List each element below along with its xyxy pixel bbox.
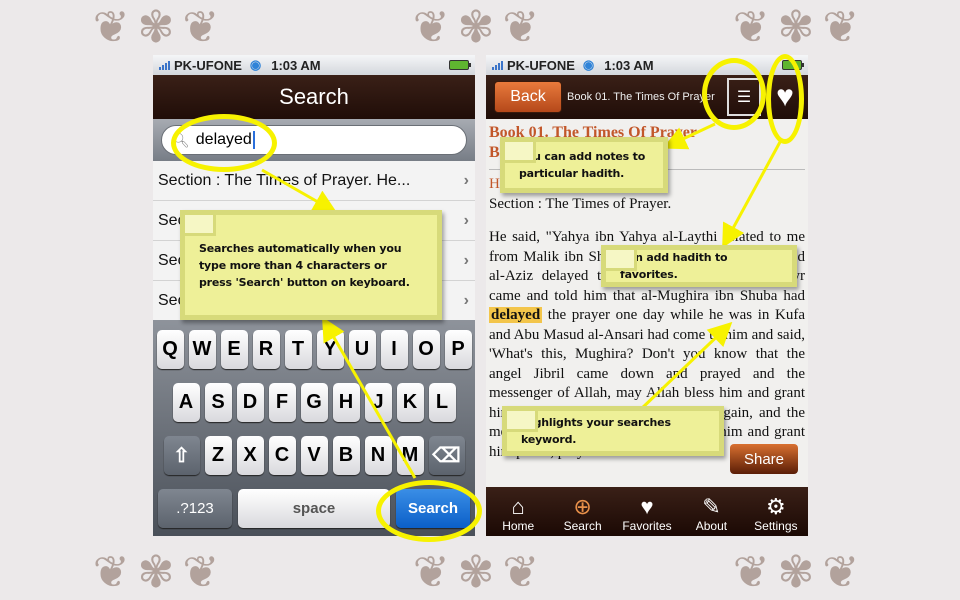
hadith-detail-screen: PK-UFONE ◉ 1:03 AM Back Book 01. The Tim…: [486, 55, 808, 536]
key-j[interactable]: J: [364, 383, 392, 422]
key-n[interactable]: N: [364, 436, 392, 475]
tab-label: Favorites: [622, 519, 672, 533]
search-icon: ⊕: [573, 494, 592, 519]
pencil-icon: ✎: [702, 494, 721, 519]
annotation-favorites-note: Can add hadith to favorites.: [601, 245, 797, 287]
key-p[interactable]: P: [444, 330, 472, 369]
key-b[interactable]: B: [332, 436, 360, 475]
annotation-highlight-note: Highlights your searches keyword.: [502, 406, 724, 456]
status-bar: PK-UFONE ◉ 1:03 AM: [153, 55, 475, 75]
signal-icon: [492, 60, 503, 70]
key-d[interactable]: D: [236, 383, 264, 422]
tab-settings[interactable]: ⚙ Settings: [744, 487, 808, 536]
carrier-name: PK-UFONE: [174, 57, 242, 73]
key-e[interactable]: E: [220, 330, 248, 369]
heart-icon: ♥: [640, 494, 654, 519]
key-l[interactable]: L: [428, 383, 456, 422]
home-icon: ⌂: [511, 494, 525, 519]
damask-ornament-icon: ❦✾❦: [412, 547, 548, 598]
key-q[interactable]: Q: [156, 330, 184, 369]
decorative-border-bottom: ❦✾❦ ❦✾❦ ❦✾❦: [0, 545, 960, 600]
share-button[interactable]: Share: [730, 444, 798, 474]
search-highlight: delayed: [489, 307, 543, 323]
signal-icon: [159, 60, 170, 70]
back-button[interactable]: Back: [494, 81, 562, 113]
key-i[interactable]: I: [380, 330, 408, 369]
key-f[interactable]: F: [268, 383, 296, 422]
clock: 1:03 AM: [271, 57, 321, 73]
highlight-circle: [702, 58, 766, 130]
chevron-right-icon: ›: [463, 171, 469, 189]
wifi-icon: ◉: [582, 57, 595, 72]
tab-search[interactable]: ⊕ Search: [550, 487, 614, 536]
key-t[interactable]: T: [284, 330, 312, 369]
key-g[interactable]: G: [300, 383, 328, 422]
decorative-border-top: ❦✾❦ ❦✾❦ ❦✾❦: [0, 0, 960, 55]
gear-icon: ⚙: [765, 494, 786, 519]
clock: 1:03 AM: [604, 57, 654, 73]
tab-label: Settings: [754, 519, 798, 533]
section-heading: Section : The Times of Prayer.: [489, 195, 672, 212]
tab-favorites[interactable]: ♥ Favorites: [615, 487, 679, 536]
space-key[interactable]: space: [238, 489, 390, 528]
key-u[interactable]: U: [348, 330, 376, 369]
annotation-search-note: Searches automatically when you type mor…: [180, 210, 442, 320]
tab-label: Home: [502, 519, 535, 533]
key-x[interactable]: X: [236, 436, 264, 475]
delete-key[interactable]: ⌫: [428, 436, 465, 475]
chevron-right-icon: ›: [463, 291, 469, 309]
tab-label: Search: [563, 519, 602, 533]
annotation-notes-note: You can add notes to particular hadith.: [500, 137, 668, 193]
tab-bar: ⌂ Home ⊕ Search ♥ Favorites ✎ About ⚙ Setting…: [486, 487, 808, 536]
highlight-circle: [766, 54, 804, 144]
key-c[interactable]: C: [268, 436, 296, 475]
key-m[interactable]: M: [396, 436, 424, 475]
damask-ornament-icon: ❦✾❦: [92, 547, 228, 598]
backspace-icon: ⌫: [432, 445, 461, 467]
highlight-circle: [171, 114, 277, 172]
damask-ornament-icon: ❦✾❦: [732, 2, 868, 53]
letter-keys: ZXCVBNM: [204, 436, 424, 475]
battery-icon: [449, 60, 471, 70]
tab-label: About: [695, 519, 728, 533]
chevron-right-icon: ›: [463, 251, 469, 269]
tab-home[interactable]: ⌂ Home: [486, 487, 550, 536]
key-r[interactable]: R: [252, 330, 280, 369]
shift-icon: ⇧: [173, 445, 190, 467]
damask-ornament-icon: ❦✾❦: [732, 547, 868, 598]
key-v[interactable]: V: [300, 436, 328, 475]
key-h[interactable]: H: [332, 383, 360, 422]
result-text: Section : The Times of Prayer. He...: [158, 171, 411, 189]
key-a[interactable]: A: [172, 383, 200, 422]
keyboard-row-2: ASDFGHJKL: [156, 383, 472, 422]
key-o[interactable]: O: [412, 330, 440, 369]
chevron-right-icon: ›: [463, 211, 469, 229]
keyboard-row-3: ⇧ ZXCVBNM ⌫: [156, 436, 472, 475]
tab-about[interactable]: ✎ About: [679, 487, 743, 536]
carrier-name: PK-UFONE: [507, 57, 575, 73]
keyboard-row-1: QWERTYUIOP: [156, 330, 472, 369]
damask-ornament-icon: ❦✾❦: [412, 2, 548, 53]
shift-key[interactable]: ⇧: [163, 436, 200, 475]
highlight-circle: [376, 480, 482, 542]
key-w[interactable]: W: [188, 330, 216, 369]
nav-title: Book 01. The Times Of Prayer: [567, 91, 715, 103]
search-navbar: Search: [153, 75, 475, 119]
page-title: Search: [279, 84, 349, 109]
damask-ornament-icon: ❦✾❦: [92, 2, 228, 53]
key-s[interactable]: S: [204, 383, 232, 422]
numbers-key[interactable]: .?123: [158, 489, 232, 528]
key-y[interactable]: Y: [316, 330, 344, 369]
wifi-icon: ◉: [249, 57, 262, 72]
key-k[interactable]: K: [396, 383, 424, 422]
key-z[interactable]: Z: [204, 436, 232, 475]
